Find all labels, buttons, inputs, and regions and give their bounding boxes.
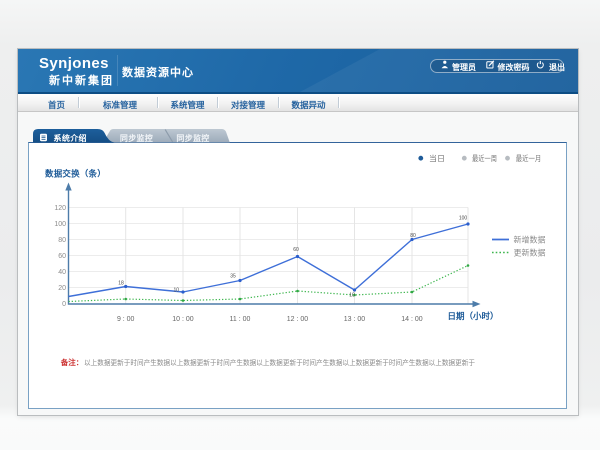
svg-text:9 : 00: 9 : 00 [117,316,135,323]
svg-text:40: 40 [58,269,66,276]
svg-text:系统介绍: 系统介绍 [54,133,87,143]
svg-text:日期（小时）: 日期（小时） [448,311,499,321]
svg-text:60: 60 [58,253,66,260]
svg-text:18: 18 [118,281,124,287]
svg-text:10: 10 [173,288,179,294]
svg-text:10: 10 [349,293,355,299]
svg-text:0: 0 [62,301,66,308]
svg-text:100: 100 [459,216,468,222]
svg-text:备注：: 备注： [60,357,84,367]
svg-text:35: 35 [230,274,236,280]
svg-text:20: 20 [58,285,66,292]
svg-text:80: 80 [410,233,416,239]
svg-text:最近一月: 最近一月 [516,153,542,163]
svg-text:新增数据: 新增数据 [514,235,546,245]
svg-text:80: 80 [58,237,66,244]
svg-text:同步监控: 同步监控 [120,133,153,143]
svg-text:同步监控: 同步监控 [176,133,209,143]
svg-text:14 : 00: 14 : 00 [401,316,423,323]
svg-text:100: 100 [54,221,66,228]
svg-text:更新数据: 更新数据 [514,248,546,258]
svg-text:最近一周: 最近一周 [472,153,497,163]
svg-text:120: 120 [54,205,66,212]
svg-text:10 : 00: 10 : 00 [172,316,194,323]
svg-text:60: 60 [293,247,299,253]
svg-text:以上数据更新于时间产生数据以上数据更新于时间产生数据以上数据: 以上数据更新于时间产生数据以上数据更新于时间产生数据以上数据更新于时间产生数据以… [84,358,475,367]
svg-text:数据交换（条）: 数据交换（条） [45,169,106,179]
svg-text:11 : 00: 11 : 00 [230,316,251,323]
svg-text:13 : 00: 13 : 00 [344,316,366,323]
svg-text:当日: 当日 [429,153,445,163]
svg-text:12 : 00: 12 : 00 [287,316,309,323]
